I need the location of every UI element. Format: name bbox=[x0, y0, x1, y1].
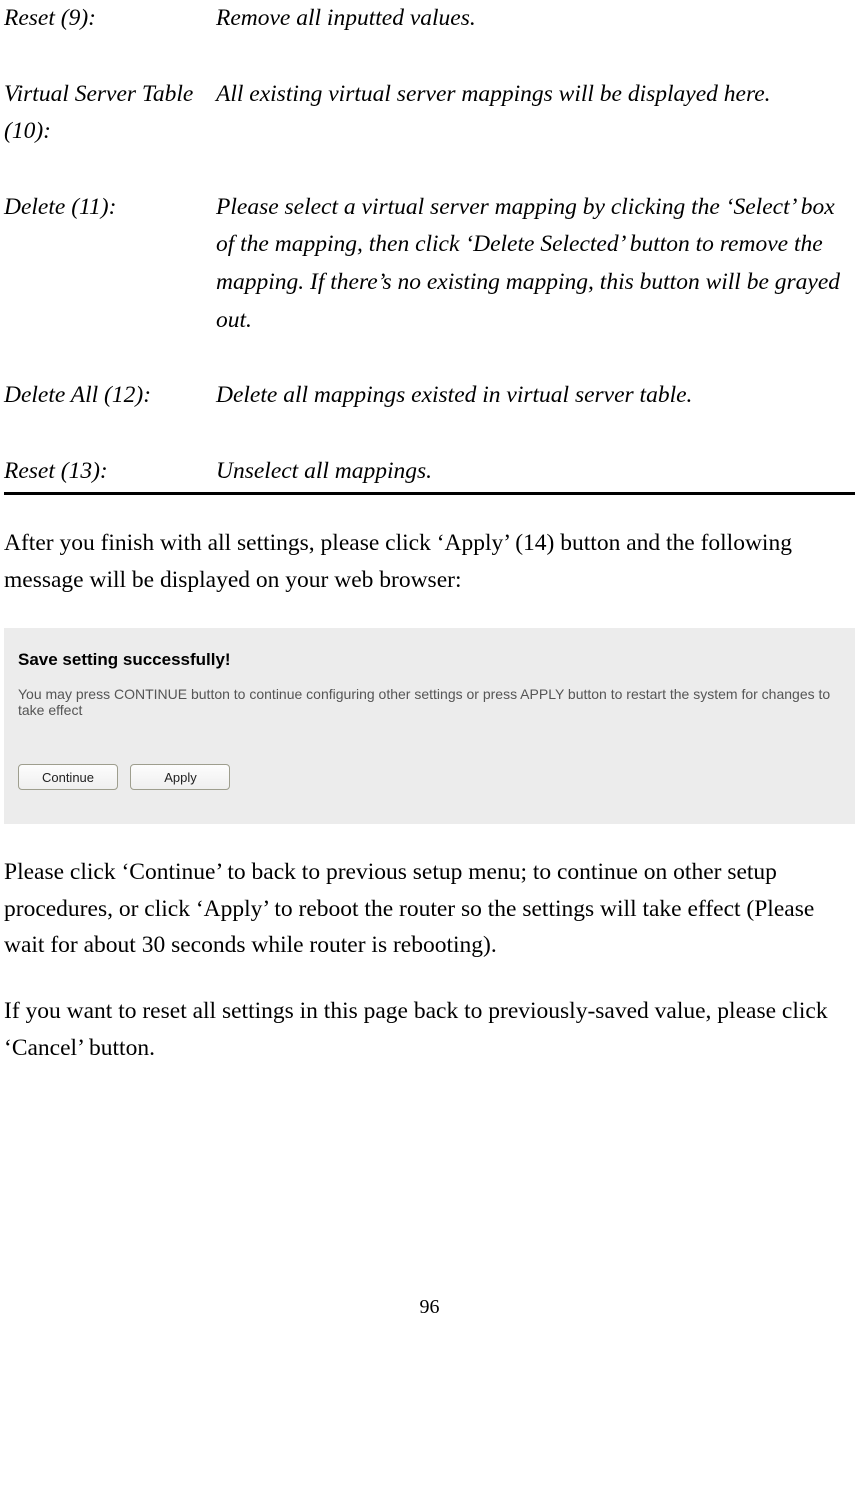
definition-row: Reset (13): Unselect all mappings. bbox=[4, 453, 855, 491]
paragraph-apply-instruction: After you finish with all settings, plea… bbox=[4, 525, 855, 598]
panel-message: You may press CONTINUE button to continu… bbox=[18, 686, 841, 718]
document-page: Reset (9): Remove all inputted values. V… bbox=[0, 0, 863, 1329]
definition-desc: All existing virtual server mappings wil… bbox=[216, 76, 855, 151]
definitions-table: Reset (9): Remove all inputted values. V… bbox=[4, 0, 855, 490]
paragraph-cancel-explain: If you want to reset all settings in thi… bbox=[4, 993, 855, 1066]
paragraph-continue-explain: Please click ‘Continue’ to back to previ… bbox=[4, 854, 855, 963]
definition-row: Reset (9): Remove all inputted values. bbox=[4, 0, 855, 38]
continue-button[interactable]: Continue bbox=[18, 764, 118, 790]
save-setting-panel: Save setting successfully! You may press… bbox=[4, 628, 855, 824]
definition-label: Delete (11): bbox=[4, 189, 216, 339]
section-divider bbox=[4, 492, 855, 495]
definition-label: Virtual Server Table (10): bbox=[4, 76, 216, 151]
definition-label: Delete All (12): bbox=[4, 377, 216, 415]
panel-title: Save setting successfully! bbox=[18, 650, 841, 670]
panel-buttons: Continue Apply bbox=[18, 764, 841, 790]
definition-desc: Unselect all mappings. bbox=[216, 453, 855, 491]
page-number: 96 bbox=[4, 1296, 855, 1329]
apply-button[interactable]: Apply bbox=[130, 764, 230, 790]
definition-row: Delete All (12): Delete all mappings exi… bbox=[4, 377, 855, 415]
definition-row: Virtual Server Table (10): All existing … bbox=[4, 76, 855, 151]
definition-label: Reset (13): bbox=[4, 453, 216, 491]
definition-desc: Delete all mappings existed in virtual s… bbox=[216, 377, 855, 415]
definition-desc: Remove all inputted values. bbox=[216, 0, 855, 38]
definition-desc: Please select a virtual server mapping b… bbox=[216, 189, 855, 339]
definition-label: Reset (9): bbox=[4, 0, 216, 38]
definition-row: Delete (11): Please select a virtual ser… bbox=[4, 189, 855, 339]
